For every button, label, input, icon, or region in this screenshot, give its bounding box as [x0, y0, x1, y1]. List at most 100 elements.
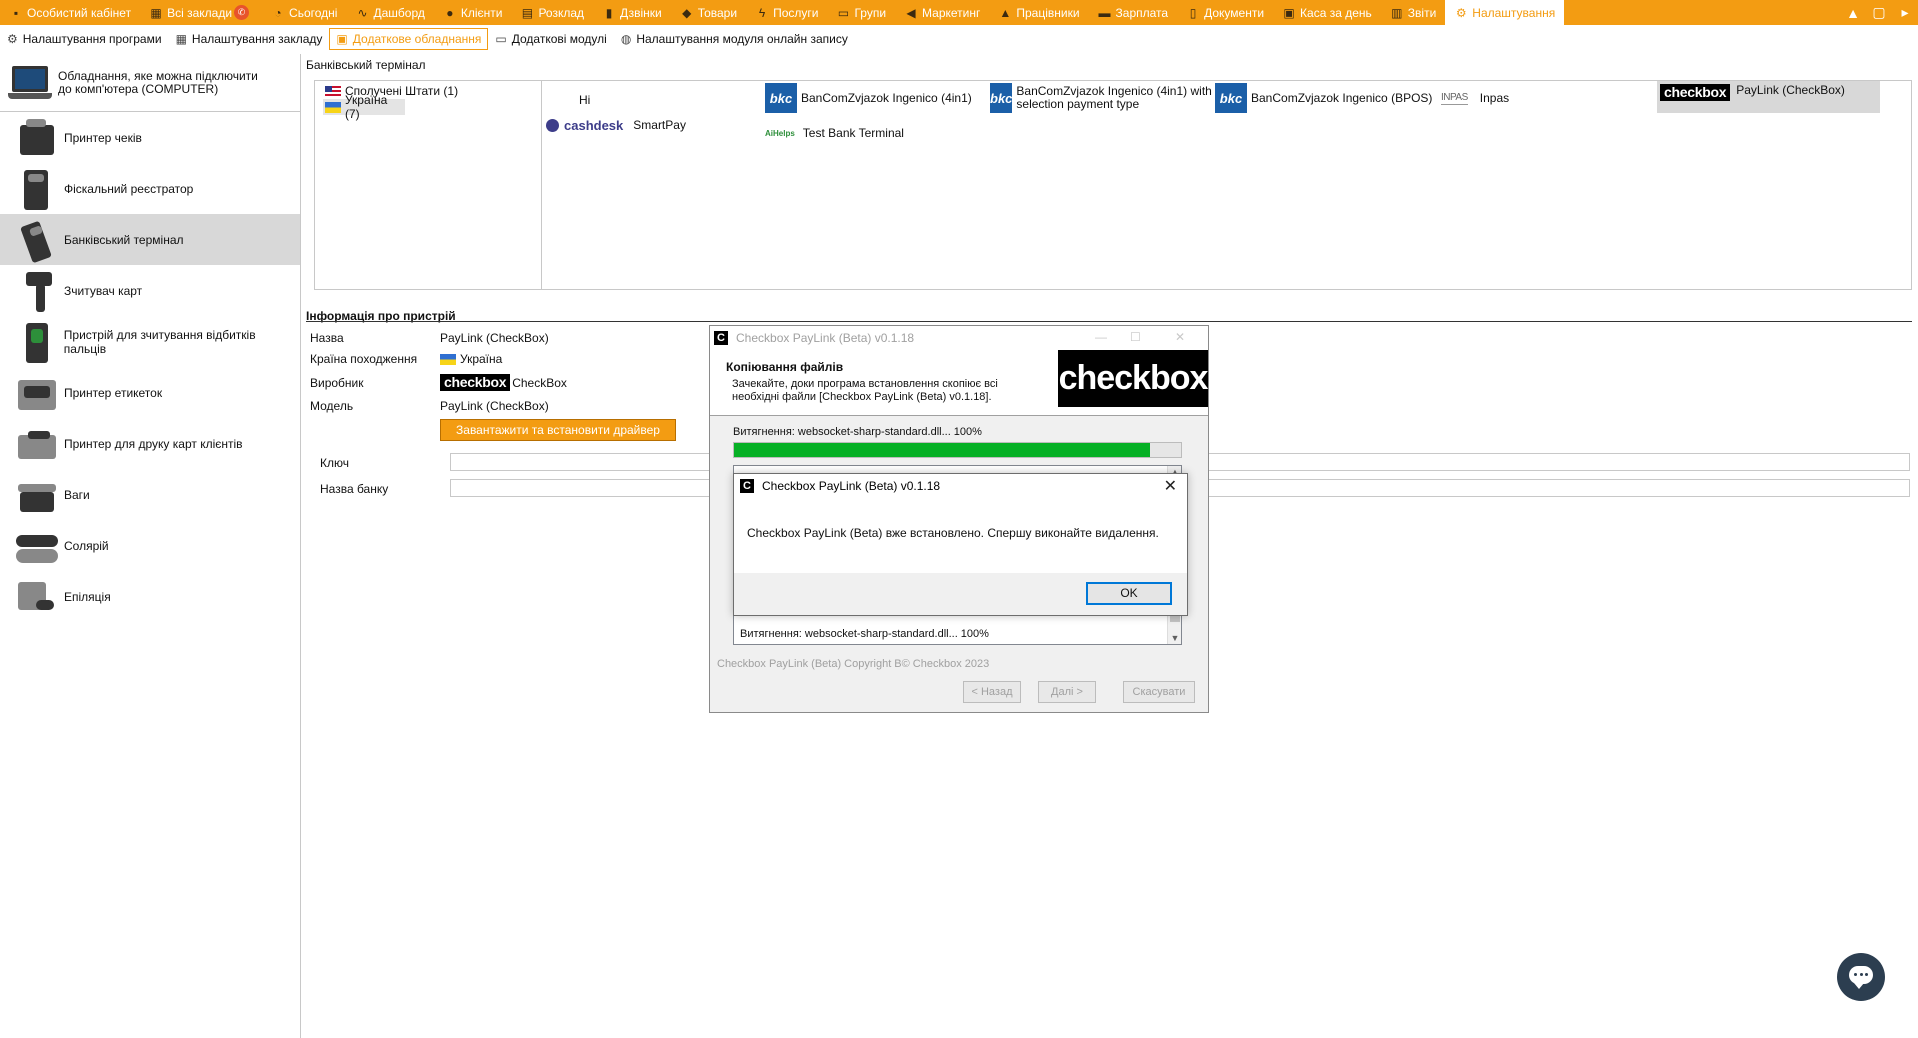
nav-label: Дзвінки [620, 5, 662, 20]
country-label: Країна походження [310, 352, 418, 366]
device-label-printer[interactable]: Принтер етикеток [0, 367, 300, 418]
card-printer-icon [14, 421, 60, 467]
vendor-value: CheckBox [512, 375, 567, 390]
device-label: Солярій [64, 538, 109, 553]
nav-salary[interactable]: ▬ Зарплата [1089, 0, 1178, 25]
nav-schedule[interactable]: ▤ Розклад [511, 0, 593, 25]
device-label: Фіскальний реєстратор [64, 181, 194, 196]
nav-reports[interactable]: ▥ Звіти [1381, 0, 1446, 25]
country-value-row: Україна [440, 352, 502, 366]
module-inpas[interactable]: INPAS Inpas [1441, 82, 1509, 114]
nav-goods[interactable]: ◆ Товари [671, 0, 746, 25]
nav-today[interactable]: ◔ Сьогодні [262, 0, 346, 25]
progress-bar [733, 442, 1182, 458]
bell-icon[interactable]: ▲ [1840, 5, 1866, 21]
module-label: Hi [579, 92, 591, 107]
download-install-driver-button[interactable]: Завантажити та встановити драйвер [440, 419, 676, 441]
chat-support-button[interactable] [1837, 953, 1885, 1001]
tab-location-settings[interactable]: ▦ Налаштування закладу [169, 28, 330, 50]
exit-icon[interactable]: ▸ [1892, 4, 1918, 21]
tab-program-settings[interactable]: ⚙ Налаштування програми [0, 28, 169, 50]
tab-online-booking-settings[interactable]: ◍ Налаштування модуля онлайн запису [614, 28, 855, 50]
tab-additional-equipment[interactable]: ▣ Додаткове обладнання [329, 28, 489, 50]
device-card-reader[interactable]: Зчитувач карт [0, 265, 300, 316]
device-epilation[interactable]: Епіляція [0, 571, 300, 622]
nav-marketing[interactable]: ◀ Маркетинг [895, 0, 989, 25]
bank-terminal-icon [14, 217, 60, 263]
nav-groups[interactable]: ▭ Групи [827, 0, 895, 25]
user-icon: ● [446, 5, 454, 20]
solarium-icon [14, 523, 60, 569]
us-flag-icon [325, 85, 341, 97]
nav-label: Звіти [1407, 5, 1437, 20]
module-test-bank-terminal[interactable]: AiHelps Test Bank Terminal [765, 117, 904, 149]
tab-additional-modules[interactable]: ▭ Додаткові модулі [488, 28, 613, 50]
device-receipt-printer[interactable]: Принтер чеків [0, 112, 300, 163]
nav-label: Сьогодні [289, 5, 338, 20]
progress-label: Витягнення: websocket-sharp-standard.dll… [733, 426, 982, 438]
installer-title: Checkbox PayLink (Beta) v0.1.18 [736, 331, 915, 345]
nav-label: Каса за день [1300, 5, 1372, 20]
bank-name-label: Назва банку [320, 482, 389, 496]
bkc-logo: bkc [1215, 83, 1247, 113]
module-bkc-4in1-selection[interactable]: bkc BanComZvjazok Ingenico (4in1) with se… [990, 82, 1212, 114]
module-bkc-bpos[interactable]: bkc BanComZvjazok Ingenico (BPOS) [1215, 82, 1432, 114]
installer-titlebar: C Checkbox PayLink (Beta) v0.1.18 — ☐ ✕ [710, 326, 1208, 350]
settings-tabs: ⚙ Налаштування програми ▦ Налаштування зак… [0, 28, 855, 50]
receipt-printer-icon [14, 115, 60, 161]
back-button[interactable]: < Назад [963, 681, 1021, 703]
nav-clients[interactable]: ● Клієнти [434, 0, 512, 25]
scroll-down-icon[interactable]: ▼ [1168, 633, 1181, 643]
tab-label: Налаштування закладу [191, 32, 323, 46]
folder-icon: ▭ [837, 5, 850, 20]
close-icon[interactable]: ✕ [1175, 330, 1185, 344]
device-list: Принтер чеків Фіскальний реєстратор Банк… [0, 112, 300, 622]
device-bank-terminal[interactable]: Банківський термінал [0, 214, 300, 265]
next-button[interactable]: Далі > [1038, 681, 1096, 703]
epilation-icon [14, 574, 60, 620]
pulse-icon: ∿ [357, 5, 368, 20]
nav-label: Товари [697, 5, 738, 20]
nav-services[interactable]: ϟ Послуги [746, 0, 827, 25]
bkc-logo: bkc [990, 83, 1013, 113]
device-card-printer[interactable]: Принтер для друку карт клієнтів [0, 418, 300, 469]
nav-employees[interactable]: ▲ Працівники [989, 0, 1088, 25]
device-fingerprint-reader[interactable]: Пристрій для зчитування відбитків пальці… [0, 316, 300, 367]
country-ua[interactable]: Україна (7) [323, 93, 405, 121]
module-bkc-4in1[interactable]: bkc BanComZvjazok Ingenico (4in1) [765, 82, 972, 114]
minimize-icon[interactable]: — [1095, 330, 1107, 344]
top-navigation: ▪ Особистий кабінет ▦ Всі заклади ✆ ◔ Сьогод… [0, 0, 1918, 25]
cancel-button[interactable]: Скасувати [1123, 681, 1195, 703]
dialog-title: Checkbox PayLink (Beta) v0.1.18 [762, 479, 941, 493]
nav-documents[interactable]: ▯ Документи [1177, 0, 1273, 25]
phone-badge-icon[interactable]: ✆ [234, 5, 250, 20]
device-label: Пристрій для зчитування відбитків пальці… [63, 327, 256, 356]
dialog-titlebar: C Checkbox PayLink (Beta) v0.1.18 [734, 474, 1187, 498]
nav-personal-cabinet[interactable]: ▪ Особистий кабінет [0, 0, 140, 25]
nav-all-locations[interactable]: ▦ Всі заклади ✆ [140, 0, 262, 25]
tab-label: Налаштування програми [22, 32, 162, 46]
module-smartpay[interactable]: cashdesk SmartPay [546, 109, 686, 141]
name-label: Назва [310, 331, 344, 345]
globe-icon: ◍ [620, 32, 632, 46]
device-solarium[interactable]: Солярій [0, 520, 300, 571]
module-label: BanComZvjazok Ingenico (4in1) [801, 90, 972, 105]
close-icon[interactable]: ✕ [1164, 476, 1177, 496]
nav-calls[interactable]: ▮ Дзвінки [593, 0, 671, 25]
nav-label: Особистий кабінет [27, 5, 132, 20]
device-scales[interactable]: Ваги [0, 469, 300, 520]
nav-cash-day[interactable]: ▣ Каса за день [1273, 0, 1381, 25]
device-label: Принтер етикеток [64, 385, 163, 400]
nav-label: Маркетинг [922, 5, 981, 20]
lock-icon[interactable]: ▢ [1866, 4, 1892, 21]
fingerprint-reader-icon [14, 319, 60, 365]
divider [306, 321, 1912, 322]
nav-settings[interactable]: ⚙ Налаштування [1445, 0, 1565, 25]
ok-button[interactable]: OK [1086, 582, 1172, 605]
device-fiscal-register[interactable]: Фіскальний реєстратор [0, 163, 300, 214]
dialog-message: Checkbox PayLink (Beta) вже встановлено.… [747, 526, 1159, 540]
maximize-icon[interactable]: ☐ [1130, 330, 1141, 344]
nav-dashboard[interactable]: ∿ Дашборд [346, 0, 433, 25]
module-paylink-checkbox[interactable]: checkbox PayLink (CheckBox) [1657, 81, 1880, 113]
grid-icon: ▦ [150, 5, 162, 20]
